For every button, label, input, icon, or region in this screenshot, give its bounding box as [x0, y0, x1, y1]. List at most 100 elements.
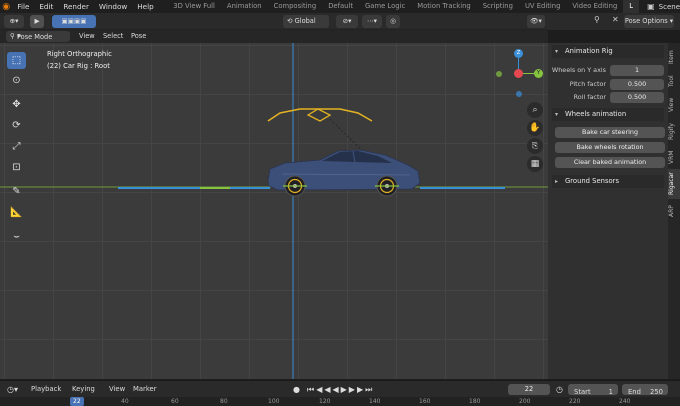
orientation-icon: ⟲ [287, 17, 295, 25]
navigation-gizmo[interactable]: Z Y [495, 47, 545, 102]
tab-view[interactable]: View [668, 95, 680, 115]
workspace-tab-layout[interactable]: L [623, 0, 640, 13]
transform-orientation-value: Global [294, 17, 316, 25]
workspace-tab-motion-tracking[interactable]: Motion Tracking [411, 0, 477, 13]
timeline-menu-keying[interactable]: Keying [72, 381, 95, 398]
menu-render[interactable]: Render [58, 2, 94, 11]
timeline-editor-icon[interactable]: ◷▾ [7, 381, 18, 398]
rotate-tool-icon[interactable]: ⟳ [7, 117, 26, 134]
current-frame-field[interactable]: 22 [508, 384, 550, 395]
menu-select[interactable]: Select [103, 30, 123, 43]
menu-window[interactable]: Window [94, 2, 132, 11]
collapse-arrow-icon: ▾ [555, 48, 559, 55]
workspace-tab-video-editing[interactable]: Video Editing [566, 0, 623, 13]
viewport-scene[interactable] [0, 43, 548, 379]
menu-view[interactable]: View [79, 30, 95, 43]
blender-logo-icon[interactable]: ◉ [0, 2, 12, 12]
z-axis-handle[interactable]: Z [514, 49, 523, 58]
transform-orientation-dropdown[interactable]: ⟲ Global [283, 15, 329, 28]
ground-sensors-panel-header[interactable]: ▸ Ground Sensors [552, 175, 664, 188]
timeline-menu-marker[interactable]: Marker [133, 381, 157, 398]
ortho-grid-icon[interactable]: ▦ [527, 156, 543, 172]
current-frame-indicator[interactable]: 22 [70, 397, 84, 406]
close-scene-icon[interactable]: ✕ [612, 15, 619, 24]
root-bone-handle[interactable] [306, 108, 332, 122]
proportional-edit-button[interactable]: ◎ [386, 15, 400, 28]
record-button-icon[interactable]: ● [293, 381, 300, 398]
animation-rig-panel-header[interactable]: ▾ Animation Rig [552, 45, 664, 58]
roll-factor-field[interactable]: 0.500 [610, 92, 664, 103]
tab-vrm[interactable]: VRM [668, 147, 680, 167]
visibility-icon[interactable]: 👁▾ [527, 15, 545, 28]
tab-arp[interactable]: ARP [668, 201, 680, 221]
neg-y-axis-handle[interactable] [496, 71, 502, 77]
select-box-tool-icon[interactable]: ⬚ [7, 52, 26, 69]
clear-baked-animation-button[interactable]: Clear baked animation [555, 157, 665, 168]
3d-viewport[interactable]: Right Orthographic (22) Car Rig : Root Z… [0, 43, 548, 379]
gizmo-axis-lines-y [523, 73, 534, 74]
workspace-tab-scripting[interactable]: Scripting [477, 0, 519, 13]
annotate-tool-icon[interactable]: ✎ [7, 183, 26, 200]
sidebar-tabs: Item Tool View Rigify VRM Rigacar ARP [668, 43, 680, 379]
pose-options-dropdown[interactable]: Pose Options ▾ [624, 15, 674, 28]
menu-help[interactable]: Help [132, 2, 158, 11]
ruler-tick: 180 [469, 398, 481, 405]
y-axis-handle[interactable]: Y [534, 69, 543, 78]
playback-controls[interactable]: ⏮◀◀◀▶▶▶⏭ [307, 381, 374, 398]
bone-relax-tool-icon[interactable]: ⌣ [7, 228, 26, 245]
workspace-tab-3d-view-full[interactable]: 3D View Full [167, 0, 221, 13]
tab-rigify[interactable]: Rigify [668, 119, 680, 145]
workspace-tab-uv-editing[interactable]: UV Editing [519, 0, 566, 13]
timeline-menu-playback[interactable]: Playback [31, 381, 61, 398]
bake-wheels-rotation-button[interactable]: Bake wheels rotation [555, 142, 665, 153]
tab-tool[interactable]: Tool [668, 71, 680, 91]
workspace-tab-default[interactable]: Default [322, 0, 359, 13]
expand-arrow-icon: ▸ [555, 178, 559, 185]
bake-car-steering-button[interactable]: Bake car steering [555, 127, 665, 138]
scene-name[interactable]: Scene [659, 3, 680, 11]
snap-button[interactable]: ⋯▾ [362, 15, 382, 28]
ruler-tick: 140 [369, 398, 381, 405]
workspace-tab-animation[interactable]: Animation [221, 0, 268, 13]
start-frame-field[interactable]: Start 1 [568, 384, 618, 396]
zoom-icon[interactable]: ⌕ [527, 102, 543, 118]
pan-hand-icon[interactable]: ✋ [527, 120, 543, 136]
timeline-menu-view[interactable]: View [109, 381, 125, 398]
select-mode-buttons[interactable]: ▣▣▣▣ [52, 15, 96, 28]
menu-edit[interactable]: Edit [34, 2, 58, 11]
camera-view-icon[interactable]: ⎘ [527, 138, 543, 154]
cursor-tool-icon[interactable]: ⊙ [7, 72, 26, 89]
editor-type-button[interactable]: ⊕▾ [4, 15, 24, 28]
wheels-animation-panel-header[interactable]: ▾ Wheels animation [552, 108, 664, 121]
roll-factor-label: Roll factor [573, 93, 606, 101]
pin-icon[interactable]: ⚲ [594, 15, 600, 24]
timeline-ruler[interactable]: 22 40 60 80 100 120 140 160 180 200 220 … [0, 397, 680, 406]
preview-range-icon[interactable]: ◷ [556, 381, 563, 398]
tab-item[interactable]: Item [668, 47, 680, 67]
transform-tool-icon[interactable]: ⊡ [7, 159, 26, 176]
neg-z-axis-handle[interactable] [516, 91, 522, 97]
measure-tool-icon[interactable]: 📐 [7, 204, 26, 221]
workspace-tab-game-logic[interactable]: Game Logic [359, 0, 411, 13]
mode-dropdown[interactable]: ⚲ Pose Mode ▾ [6, 31, 70, 42]
menu-pose[interactable]: Pose [131, 30, 146, 43]
x-axis-handle[interactable] [514, 69, 523, 78]
scale-tool-icon[interactable]: ⤢ [7, 138, 26, 155]
wheels-on-y-axis-field[interactable]: 1 [610, 65, 664, 76]
scene-icon[interactable]: ▣ [647, 2, 655, 11]
root-bone[interactable] [267, 108, 373, 122]
pitch-factor-field[interactable]: 0.500 [610, 79, 664, 90]
ruler-tick: 60 [171, 398, 179, 405]
ruler-tick: 200 [519, 398, 531, 405]
tab-rigacar[interactable]: Rigacar [668, 169, 680, 199]
gizmo-axis-lines [518, 58, 519, 69]
viewport-restrict-icons: ⚲ ✕ [586, 13, 626, 30]
move-tool-icon[interactable]: ✥ [7, 96, 26, 113]
pivot-point-button[interactable]: ⊘▾ [336, 15, 358, 28]
menu-file[interactable]: File [12, 2, 34, 11]
viewport-header-row-2: ⚲ Pose Mode ▾ View Select Pose [0, 30, 548, 43]
workspace-tab-compositing[interactable]: Compositing [268, 0, 323, 13]
select-tool-icon[interactable]: ▶ [30, 15, 44, 28]
end-frame-field[interactable]: End 250 [622, 384, 668, 396]
collapse-arrow-icon: ▾ [555, 111, 559, 118]
